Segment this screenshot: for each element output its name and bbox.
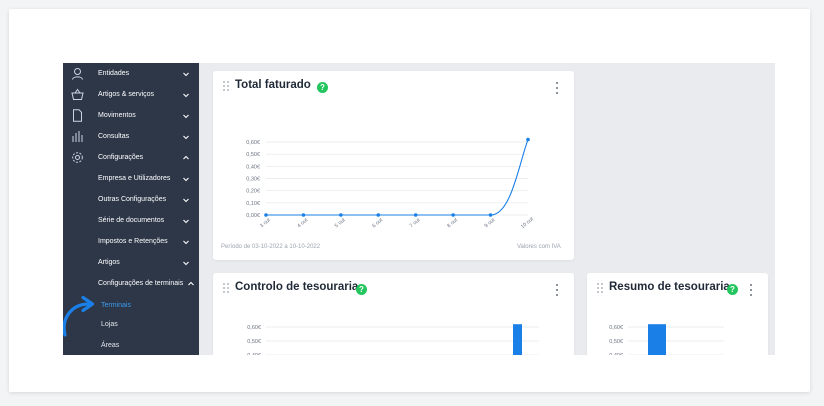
y-tick-label: 0,20€ — [246, 189, 260, 195]
sidebar-item-configuracoes-terminais[interactable]: Configurações de terminais — [63, 273, 199, 294]
controlo-tesouraria-card: Controlo de tesouraria ? 0,40€ 0,50€ 0,60€ — [213, 273, 574, 355]
y-tick-label: 0,50€ — [247, 339, 261, 345]
chevron-down-icon — [183, 261, 189, 265]
y-tick-label: 0,40€ — [246, 164, 260, 170]
resumo-tesouraria-chart: 0,40€ 0,50€ 0,60€ — [609, 324, 724, 355]
chevron-down-icon — [183, 135, 189, 139]
controlo-tesouraria-chart: 0,40€ 0,50€ 0,60€ — [247, 324, 539, 355]
sidebar-item-configuracoes[interactable]: Configurações — [63, 147, 199, 168]
basket-icon — [69, 87, 85, 103]
chevron-up-icon — [188, 281, 194, 285]
card-title: Total faturado — [235, 79, 311, 91]
sidebar-item-label: Consultas — [98, 133, 130, 140]
more-options-icon[interactable] — [554, 284, 560, 296]
chevron-down-icon — [183, 219, 189, 223]
data-point — [526, 137, 530, 142]
more-options-icon[interactable] — [748, 284, 754, 296]
user-icon — [69, 66, 85, 82]
period-label: Período de 03-10-2022 a 10-10-2022 — [221, 244, 321, 250]
sidebar-item-entidades[interactable]: Entidades — [63, 63, 199, 84]
sidebar-item-label: Artigos — [98, 259, 120, 266]
x-tick-label: 9 out — [484, 217, 497, 229]
document-icon — [69, 108, 85, 124]
screenshot-frame: Entidades Artigos & serviços Movimentos — [9, 9, 810, 392]
x-tick-label: 4 out — [296, 217, 309, 229]
app-window: Entidades Artigos & serviços Movimentos — [63, 63, 775, 355]
total-faturado-card: Total faturado ? 0,00€ 0,10€ 0,20€ 0,30€ 0,4… — [213, 71, 574, 260]
data-point — [413, 213, 418, 217]
sidebar-item-label: Outras Configurações — [98, 196, 167, 203]
y-tick-label: 0,60€ — [246, 140, 260, 146]
drag-handle-icon[interactable] — [597, 283, 603, 293]
card-title: Resumo de tesouraria — [609, 281, 730, 293]
chevron-down-icon — [183, 177, 189, 181]
bar-chart-icon — [69, 129, 85, 145]
sidebar-item-label: Empresa e Utilizadores — [98, 175, 171, 182]
sidebar-item-label: Configurações — [98, 154, 144, 161]
data-point — [488, 213, 493, 217]
drag-handle-icon[interactable] — [223, 283, 229, 293]
sidebar-item-consultas[interactable]: Consultas — [63, 126, 199, 147]
x-tick-label: 5 out — [334, 217, 347, 229]
x-tick-label: 8 out — [446, 217, 459, 229]
x-tick-label: 7 out — [409, 217, 422, 229]
data-point — [264, 213, 268, 217]
bar — [513, 324, 522, 355]
sidebar-item-label: Artigos & serviços — [98, 91, 155, 98]
data-point — [301, 213, 306, 217]
sidebar-item-label: Movimentos — [98, 112, 136, 119]
help-icon[interactable]: ? — [356, 284, 367, 295]
card-title: Controlo de tesouraria — [235, 281, 359, 293]
sidebar-item-label: Áreas — [101, 341, 120, 349]
sidebar-item-label: Impostos e Retenções — [98, 238, 168, 245]
sidebar-item-label: Série de documentos — [98, 217, 165, 224]
chevron-down-icon — [183, 72, 189, 76]
sidebar: Entidades Artigos & serviços Movimentos — [63, 63, 199, 355]
y-tick-label: 0,50€ — [246, 152, 260, 158]
resumo-tesouraria-card: Resumo de tesouraria ? 0,40€ 0,50€ 0,60€ — [587, 273, 768, 355]
x-tick-label: 3 out — [259, 217, 272, 229]
y-tick-label: 0,50€ — [609, 339, 623, 345]
vat-note: Valores com IVA — [517, 244, 561, 250]
sidebar-item-areas[interactable]: Áreas — [63, 335, 199, 355]
chevron-down-icon — [183, 198, 189, 202]
sidebar-item-impostos-retencoes[interactable]: Impostos e Retenções — [63, 231, 199, 252]
gear-icon — [69, 150, 85, 166]
chevron-down-icon — [183, 114, 189, 118]
bar — [648, 324, 666, 355]
y-tick-label: 0,60€ — [609, 325, 623, 331]
sidebar-item-serie-documentos[interactable]: Série de documentos — [63, 210, 199, 231]
sidebar-item-artigos-servicos[interactable]: Artigos & serviços — [63, 84, 199, 105]
sidebar-item-label: Configurações de terminais — [98, 280, 184, 287]
sidebar-item-empresa-utilizadores[interactable]: Empresa e Utilizadores — [63, 168, 199, 189]
sidebar-item-outras-configuracoes[interactable]: Outras Configurações — [63, 189, 199, 210]
y-tick-label: 0,10€ — [246, 201, 260, 207]
data-point — [451, 213, 455, 217]
y-tick-label: 0,30€ — [246, 177, 260, 183]
y-tick-label: 0,60€ — [247, 325, 261, 331]
series-line — [266, 139, 529, 216]
help-icon[interactable]: ? — [317, 82, 328, 93]
chevron-down-icon — [183, 93, 189, 97]
total-faturado-chart: 0,00€ 0,10€ 0,20€ 0,30€ 0,40€ 0,50€ 0,60€ 3 out… — [246, 137, 535, 230]
chevron-up-icon — [183, 155, 189, 159]
x-tick-label: 10 out — [520, 216, 535, 230]
help-icon[interactable]: ? — [727, 284, 738, 295]
y-tick-label: 0,40€ — [609, 353, 623, 355]
data-point — [339, 213, 343, 217]
y-tick-label: 0,40€ — [247, 353, 261, 355]
sidebar-item-movimentos[interactable]: Movimentos — [63, 105, 199, 126]
sidebar-item-artigos[interactable]: Artigos — [63, 252, 199, 273]
y-tick-label: 0,00€ — [246, 213, 260, 219]
chevron-down-icon — [183, 240, 189, 244]
drag-handle-icon[interactable] — [223, 81, 229, 91]
sidebar-item-label: Entidades — [98, 70, 130, 77]
pointer-arrow-icon — [63, 295, 95, 337]
sidebar-item-label: Lojas — [101, 320, 118, 328]
data-point — [376, 213, 381, 217]
x-tick-label: 6 out — [371, 217, 384, 229]
sidebar-item-label: Terminais — [101, 301, 131, 309]
more-options-icon[interactable] — [554, 82, 560, 94]
